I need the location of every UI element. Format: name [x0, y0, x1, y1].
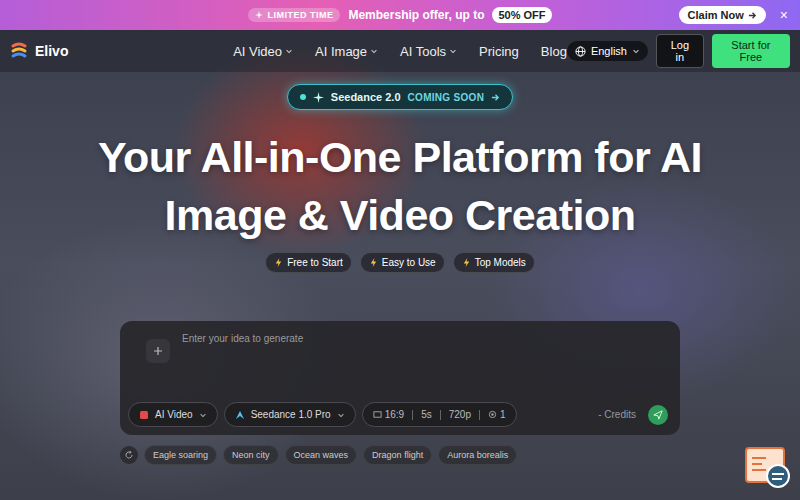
main-menu: AI Video AI Image AI Tools Pricing Blog [233, 44, 567, 59]
language-select[interactable]: English [567, 41, 648, 61]
arrow-right-icon [748, 11, 757, 20]
status-dot [300, 94, 306, 100]
feature-icon [369, 258, 378, 267]
start-free-button[interactable]: Start for Free [712, 34, 790, 68]
hero: ElivoAI Video AI Image AI Tools Pricing … [0, 30, 800, 500]
menu-item[interactable]: AI Tools [400, 44, 457, 59]
menu-item[interactable]: AI Video [233, 44, 293, 59]
menu-item[interactable]: Blog [541, 44, 567, 59]
suggestion-chip[interactable]: Dragon flight [363, 445, 432, 465]
menu-item[interactable]: Pricing [479, 44, 519, 59]
suggestion-chip[interactable]: Aurora borealis [438, 445, 517, 465]
arrow-right-icon [491, 93, 500, 102]
chevron-down-icon [199, 411, 207, 419]
promo-bar: LIMITED TIME Membership offer, up to 50% O… [0, 0, 800, 30]
help-widget[interactable] [744, 444, 792, 492]
chat-widget-icon [744, 444, 792, 492]
send-icon [653, 410, 663, 420]
promo-message: Membership offer, up to [348, 8, 484, 22]
sparkle-icon [313, 92, 324, 103]
chevron-down-icon [370, 47, 378, 55]
page: LIMITED TIME Membership offer, up to 50% O… [0, 0, 800, 500]
plus-icon [153, 346, 163, 356]
limited-time-badge: LIMITED TIME [248, 8, 340, 22]
globe-icon [575, 46, 586, 57]
login-button[interactable]: Log in [656, 34, 704, 68]
feature-chip: Easy to Use [360, 252, 445, 273]
claim-now-button[interactable]: Claim Now [679, 6, 766, 24]
prompt-input[interactable]: Enter your idea to generate [182, 331, 303, 344]
suggestion-chip[interactable]: Neon city [223, 445, 279, 465]
feature-icon [274, 258, 283, 267]
credits-label: - Credits [598, 409, 636, 420]
chevron-down-icon [285, 47, 293, 55]
logo-icon [10, 42, 28, 60]
chevron-down-icon [337, 411, 345, 419]
feature-chips: Free to Start Easy to Use Top Models [265, 252, 535, 273]
brand-logo[interactable]: Elivo [10, 42, 233, 60]
video-settings[interactable]: 16:95s720p1 [362, 402, 517, 427]
feature-chip: Free to Start [265, 252, 352, 273]
video-icon [139, 410, 149, 420]
suggestion-chip[interactable]: Ocean waves [285, 445, 358, 465]
chevron-down-icon [632, 47, 640, 55]
chevron-down-icon [449, 47, 457, 55]
feature-chip: Top Models [453, 252, 535, 273]
aspect-ratio-icon [373, 410, 382, 419]
mode-select[interactable]: AI Video [128, 402, 218, 427]
suggestion-chip[interactable]: Eagle soaring [144, 445, 217, 465]
refresh-button[interactable] [120, 446, 138, 464]
close-promo-button[interactable]: × [780, 7, 788, 23]
announcement-pill[interactable]: Seedance 2.0COMING SOON [287, 84, 513, 110]
sparkle-icon [255, 11, 263, 19]
add-media-button[interactable] [146, 339, 170, 363]
refresh-icon [124, 450, 134, 460]
navbar: ElivoAI Video AI Image AI Tools Pricing … [0, 30, 800, 72]
count-icon [488, 410, 497, 419]
suggestion-row: Eagle soaring Neon city Ocean wavesDragon … [120, 445, 680, 465]
headline: Your All-in-One Platform for AIImage & V… [98, 128, 702, 244]
send-button[interactable] [648, 405, 668, 425]
feature-icon [462, 258, 471, 267]
model-icon [235, 410, 245, 420]
menu-item[interactable]: AI Image [315, 44, 378, 59]
discount-pill: 50% OFF [492, 7, 551, 23]
prompt-box: Enter your idea to generate AI Video See… [120, 321, 680, 435]
model-select[interactable]: Seedance 1.0 Pro [224, 402, 356, 427]
